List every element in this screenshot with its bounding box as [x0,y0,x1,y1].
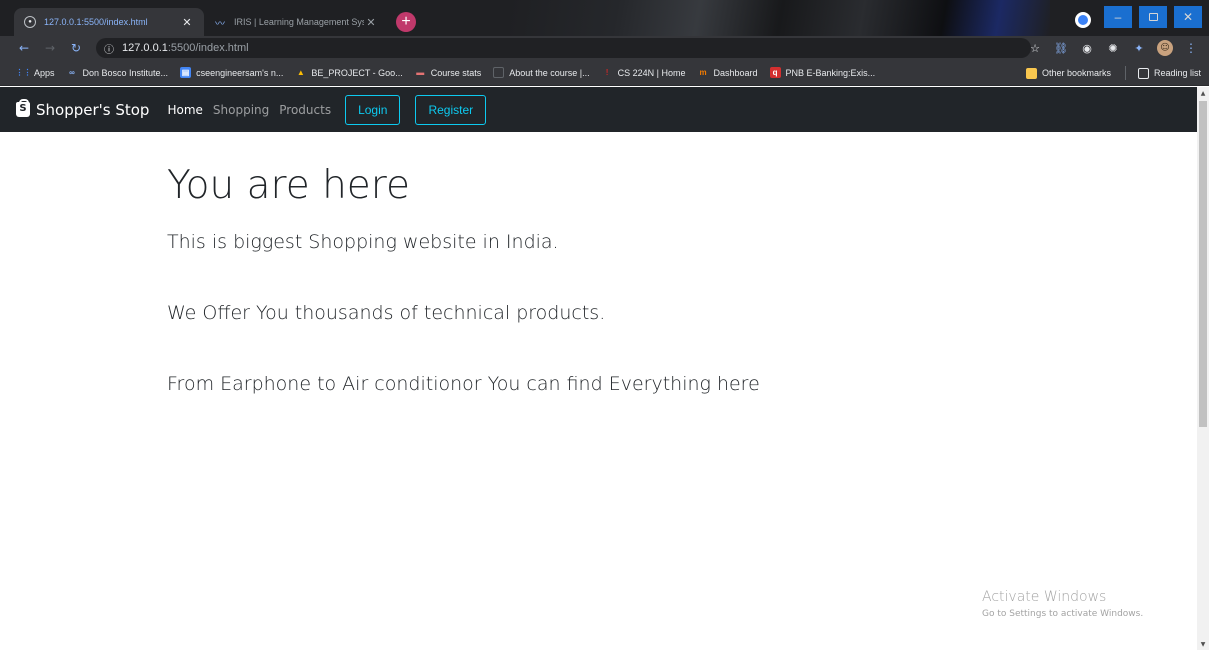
site-info-icon[interactable]: ⓘ [104,41,114,56]
url-host: 127.0.0.1 [122,42,168,54]
register-button[interactable]: Register [415,94,487,125]
bookmark-label: About the course |... [509,67,590,78]
reload-icon[interactable]: ↻ [66,38,86,58]
tab-title: IRIS | Learning Management Syst [234,17,364,27]
iris-icon: 〰 [215,18,225,30]
nav-shopping[interactable]: Shopping [213,103,269,117]
bookmarks-bar: ⋮⋮ Apps ∞ Don Bosco Institute... ▤ cseenginee… [0,60,1209,86]
back-arrow-icon[interactable]: ← [14,38,34,58]
restore-icon [1148,13,1158,21]
bookmark-label: PNB E-Banking:Exis... [785,67,876,78]
bookmark-item[interactable]: ▤ cseengineersam's n... [180,67,283,78]
tab-close-icon[interactable]: ✕ [180,16,194,29]
page-scrollbar[interactable]: ▲ ▼ [1197,87,1209,650]
close-window-button[interactable]: ✕ [1174,6,1202,28]
scroll-up-arrow-icon[interactable]: ▲ [1197,87,1209,99]
maximize-button[interactable] [1139,6,1167,28]
infinity-icon: ∞ [69,68,75,77]
new-tab-button[interactable]: + [396,12,416,32]
intro-line-3: From Earphone to Air conditionor You can… [167,373,760,395]
watermark-subtitle: Go to Settings to activate Windows. [982,609,1144,619]
tab-title: 127.0.0.1:5500/index.html [44,17,148,27]
url-path: :5500/index.html [167,42,249,54]
bookmark-item[interactable]: ∞ Don Bosco Institute... [67,67,169,78]
bookmark-item[interactable]: m Dashboard [698,67,758,78]
activate-windows-watermark: Activate Windows Go to Settings to activ… [982,589,1143,619]
bookmark-label: Don Bosco Institute... [82,67,169,78]
bookmark-label: BE_PROJECT - Goo... [311,67,403,78]
reading-list-label: Reading list [1153,68,1201,78]
theme-artwork [510,0,1050,36]
folder-icon [1025,67,1037,79]
bookmark-item[interactable]: ⋮⋮ Apps [15,67,55,78]
login-button[interactable]: Login [345,94,401,125]
bookmark-item[interactable]: About the course |... [493,67,590,78]
tab-close-icon[interactable]: ✕ [364,16,378,29]
bookmark-label: cseengineersam's n... [196,67,284,78]
brand-name: Shopper's Stop [36,100,150,119]
intro-line-2: We Offer You thousands of technical prod… [167,302,606,324]
chart-icon: ▬ [416,68,425,77]
bookmark-item[interactable]: ▲ BE_PROJECT - Goo... [295,67,403,78]
forward-arrow-icon[interactable]: → [40,38,60,58]
bookmark-label: Dashboard [713,67,758,78]
other-bookmarks[interactable]: Other bookmarks [1025,67,1111,79]
profile-indicator-icon[interactable] [1075,12,1091,28]
bookmarks-right: Other bookmarks Reading list [1008,60,1201,86]
dashboard-icon: m [699,68,707,77]
google-drive-icon: ▲ [296,68,305,77]
notebook-icon: ▤ [180,67,192,78]
page-heading: You are here [167,163,410,208]
watermark-title: Activate Windows [982,589,1107,605]
browser-toolbar: ← → ↻ ⓘ 127.0.0.1:5500/index.html ☆ ⛓ ◉ … [0,36,1209,60]
profile-avatar[interactable]: ☺ [1157,40,1173,56]
puzzle-extensions-icon[interactable]: ✦ [1131,40,1147,56]
browser-menu-icon[interactable]: ⋮ [1183,40,1199,56]
bookmark-item[interactable]: ▬ Course stats [415,67,482,78]
stanford-icon: ! [605,68,609,77]
tab-iris[interactable]: 〰 IRIS | Learning Management Syst ✕ [204,8,388,36]
page-icon [493,67,505,78]
scroll-thumb[interactable] [1199,101,1207,427]
bank-icon: q [769,67,781,78]
scroll-down-arrow-icon[interactable]: ▼ [1197,638,1209,650]
minimize-button[interactable]: – [1104,6,1132,28]
nav-products[interactable]: Products [279,103,331,117]
bookmark-item[interactable]: q PNB E-Banking:Exis... [769,67,876,78]
nav-home[interactable]: Home [167,103,202,117]
divider [1124,66,1126,80]
reading-list[interactable]: Reading list [1137,67,1201,79]
atom-extension-icon[interactable]: ✺ [1105,40,1121,56]
tab-localhost[interactable]: ● 127.0.0.1:5500/index.html ✕ [14,8,204,36]
apps-grid-icon: ⋮⋮ [15,68,32,77]
bookmark-label: Apps [34,67,55,78]
address-bar[interactable]: ⓘ 127.0.0.1:5500/index.html [96,38,1031,58]
reading-list-icon [1137,67,1149,79]
bookmark-item[interactable]: ! CS 224N | Home [602,67,686,78]
brand-link[interactable]: Shopper's Stop [16,99,150,119]
intro-line-1: This is biggest Shopping website in Indi… [167,231,559,253]
bookmark-star-icon[interactable]: ☆ [1027,40,1043,56]
browser-tab-strip: ● 127.0.0.1:5500/index.html ✕ 〰 IRIS | L… [0,0,1209,36]
site-navbar: Shopper's Stop Home Shopping Products Lo… [0,87,1197,132]
bookmark-label: CS 224N | Home [617,67,686,78]
main-content: You are here This is biggest Shopping we… [167,132,1167,397]
circle-extension-icon[interactable]: ◉ [1079,40,1095,56]
toolbar-right-icons: ☆ ⛓ ◉ ✺ ✦ ☺ ⋮ [1017,36,1199,60]
bookmark-label: Course stats [430,67,482,78]
other-bookmarks-label: Other bookmarks [1041,68,1111,78]
shopping-bag-icon [16,99,30,117]
link-extension-icon[interactable]: ⛓ [1053,40,1069,56]
globe-icon: ● [24,16,36,28]
